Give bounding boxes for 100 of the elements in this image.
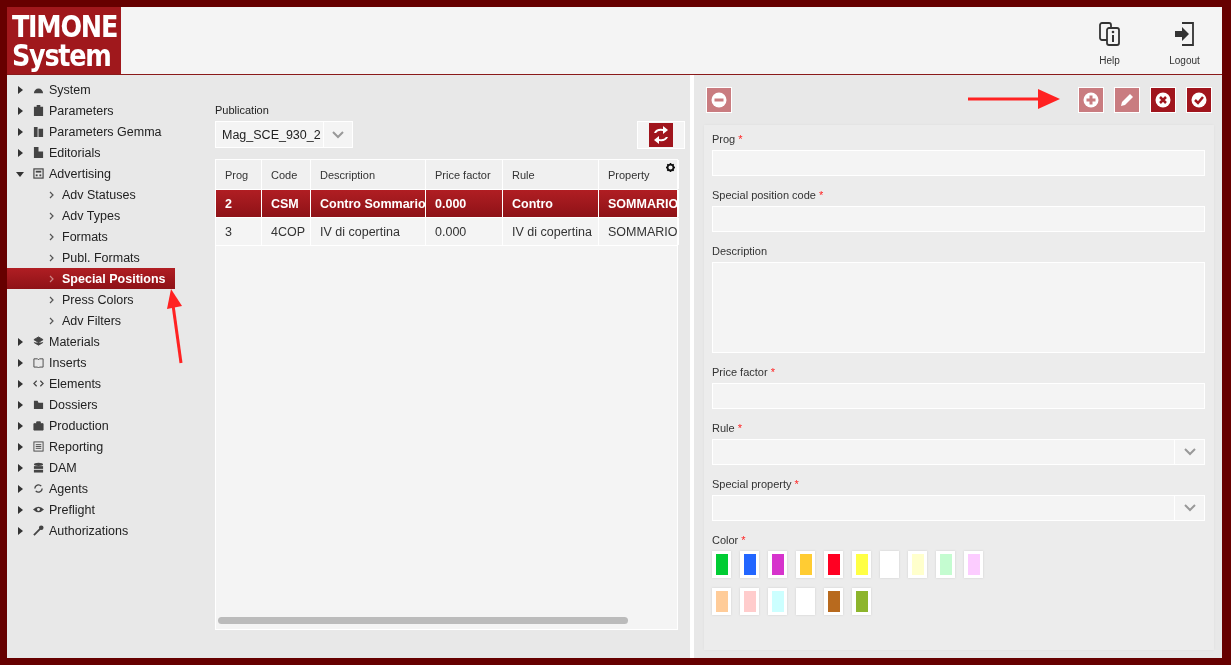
table-cell: Contro <box>503 190 599 217</box>
pencil-icon <box>1119 92 1135 108</box>
table-cell: SOMMARIO <box>599 218 679 245</box>
chevron-icon <box>49 295 55 304</box>
tree-item[interactable]: Special Positions <box>7 268 175 289</box>
color-swatch[interactable] <box>824 588 843 615</box>
dropdown-field[interactable] <box>712 495 1205 521</box>
tree-item[interactable]: Agents <box>7 478 88 499</box>
chevron-icon <box>49 253 55 262</box>
field-label: Rule * <box>712 422 743 435</box>
eye-icon <box>33 504 44 515</box>
confirm-button[interactable] <box>1186 87 1212 113</box>
field-label: Prog * <box>712 133 744 146</box>
color-swatch[interactable] <box>712 588 731 615</box>
tree-item[interactable]: Inserts <box>7 352 87 373</box>
table-row[interactable]: 3 4COP IV di copertina 0.000 IV di copertina SOMMARIO <box>216 217 677 245</box>
chevron-icon <box>49 274 55 283</box>
chevron-down-icon <box>332 130 344 139</box>
folder-icon <box>33 399 44 410</box>
layers-icon <box>33 336 44 347</box>
color-swatch[interactable] <box>936 551 955 578</box>
logo: TIMONE System <box>7 7 121 74</box>
clipboard-icon <box>33 105 44 116</box>
caret-icon <box>16 526 24 535</box>
documents-info-icon <box>1097 21 1122 47</box>
tree-item[interactable]: Reporting <box>7 436 104 457</box>
database-icon <box>33 462 44 473</box>
chevron-icon <box>49 211 55 220</box>
caret-icon <box>16 442 24 451</box>
color-swatch[interactable] <box>880 551 899 578</box>
table-cell: 3 <box>216 218 262 245</box>
color-swatch[interactable] <box>768 551 787 578</box>
tree-item[interactable]: Adv Statuses <box>7 184 136 205</box>
chevron-icon <box>49 316 55 325</box>
caret-icon <box>16 337 24 346</box>
key-icon <box>33 525 44 536</box>
field-label: Special property * <box>712 478 800 491</box>
field-label: Publication <box>215 104 270 116</box>
help-button[interactable]: Help <box>1072 7 1147 74</box>
color-swatch[interactable] <box>908 551 927 578</box>
caret-icon <box>16 505 24 514</box>
caret-icon <box>16 400 24 409</box>
dropdown-field[interactable] <box>712 439 1205 465</box>
color-swatch[interactable] <box>964 551 983 578</box>
color-swatch[interactable] <box>740 588 759 615</box>
tree-item[interactable]: Parameters <box>7 100 114 121</box>
caret-icon <box>16 379 24 388</box>
plus-circle-icon <box>1083 92 1099 108</box>
table-cell: CSM <box>262 190 311 217</box>
caret-icon <box>16 463 24 472</box>
color-swatch[interactable] <box>796 551 815 578</box>
caret-icon <box>16 106 24 115</box>
checkmark-circle-icon <box>1191 92 1207 108</box>
tree-item[interactable]: Authorizations <box>7 520 129 541</box>
table-cell: IV di copertina <box>503 218 599 245</box>
chevron-icon <box>49 232 55 241</box>
scrollbar-thumb[interactable] <box>218 617 628 624</box>
tree-item[interactable]: Dossiers <box>7 394 98 415</box>
color-swatch[interactable] <box>740 551 759 578</box>
list-icon <box>33 441 44 452</box>
cancel-button[interactable] <box>1150 87 1176 113</box>
color-swatch[interactable] <box>824 551 843 578</box>
tree-item[interactable]: Publ. Formats <box>7 247 140 268</box>
tree-item[interactable]: Elements <box>7 373 102 394</box>
sync-icon <box>33 483 44 494</box>
table-row[interactable]: 2 CSM Contro Sommario 0.000 Contro SOMMARIO <box>216 189 677 217</box>
color-swatch[interactable] <box>796 588 815 615</box>
tree-item[interactable]: Production <box>7 415 109 436</box>
field-label: Color * <box>712 534 747 547</box>
calculator-icon <box>33 168 44 179</box>
tree-item[interactable]: Press Colors <box>7 289 134 310</box>
publication-dropdown[interactable]: Mag_SCE_930_2 <box>215 121 353 148</box>
tree-item[interactable]: Editorials <box>7 142 101 163</box>
color-swatch[interactable] <box>852 588 871 615</box>
field-label: Description <box>712 245 769 258</box>
tree-item[interactable]: Formats <box>7 226 108 247</box>
refresh-button[interactable] <box>637 121 685 149</box>
tree-item[interactable]: Advertising <box>7 163 111 184</box>
chevron-down-icon <box>1183 448 1196 456</box>
settings-icon[interactable] <box>666 163 675 172</box>
table-cell: IV di copertina <box>311 218 426 245</box>
tree-item[interactable]: Parameters Gemma <box>7 121 162 142</box>
tree-item[interactable]: System <box>7 79 91 100</box>
tree-item[interactable]: Preflight <box>7 499 95 520</box>
caret-icon <box>16 85 24 94</box>
caret-icon <box>16 484 24 493</box>
tree-item[interactable]: Adv Filters <box>7 310 122 331</box>
color-swatch[interactable] <box>852 551 871 578</box>
logout-button[interactable]: Logout <box>1147 7 1222 74</box>
tree-item[interactable]: Materials <box>7 331 100 352</box>
color-swatch[interactable] <box>712 551 731 578</box>
tree-item[interactable]: DAM <box>7 457 77 478</box>
table-cell: Contro Sommario <box>311 190 426 217</box>
tree-item[interactable]: Adv Types <box>7 205 121 226</box>
table-cell: 0.000 <box>426 190 503 217</box>
refresh-icon <box>649 123 673 147</box>
caret-icon <box>16 421 24 430</box>
close-icon <box>1155 92 1171 108</box>
table-cell: 4COP <box>262 218 311 245</box>
color-swatch[interactable] <box>768 588 787 615</box>
